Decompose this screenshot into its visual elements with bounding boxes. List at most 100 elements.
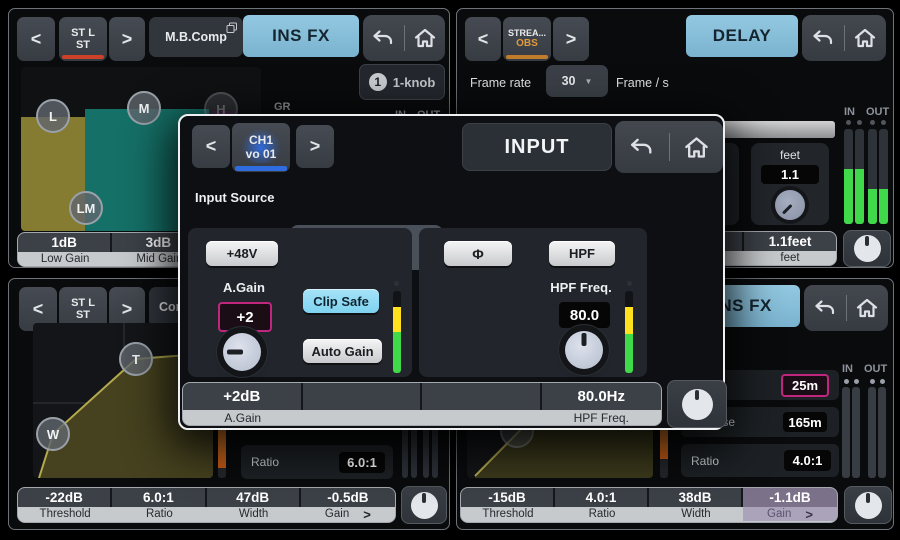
channel-tab-line1: ST L bbox=[71, 27, 95, 39]
one-knob-label: 1-knob bbox=[393, 75, 436, 90]
param-cell-threshold[interactable]: -15dBThreshold bbox=[461, 488, 555, 522]
param-cell-row: -15dBThreshold 4.0:1Ratio 38dBWidth -1.1… bbox=[460, 487, 838, 523]
tab-color-bar bbox=[506, 55, 548, 59]
knob-mode-button[interactable] bbox=[401, 486, 447, 524]
hpf-freq-value[interactable]: 80.0 bbox=[559, 302, 610, 328]
forward-arrow-icon: > bbox=[122, 29, 133, 50]
page-title-delay: DELAY bbox=[686, 15, 798, 57]
hpf-freq-label: HPF Freq. bbox=[541, 280, 621, 295]
next-channel-button[interactable]: > bbox=[296, 125, 334, 168]
dialog-title: INPUT bbox=[462, 123, 612, 171]
undo-home-group bbox=[804, 285, 888, 331]
hpf-freq-knob[interactable] bbox=[565, 331, 603, 369]
band-point-lowmid[interactable]: LM bbox=[69, 191, 103, 225]
param-cell[interactable] bbox=[422, 383, 542, 425]
hpf-section: Φ HPF HPF Freq. 80.0 bbox=[419, 228, 647, 377]
param-cell-width[interactable]: 38dBWidth bbox=[649, 488, 743, 522]
ratio-label: Ratio bbox=[251, 455, 279, 469]
peak-dot bbox=[880, 379, 885, 384]
peak-dot bbox=[870, 379, 875, 384]
input-dialog: < CH1 vo 01 > INPUT Input Source MIC/LIN… bbox=[178, 114, 725, 430]
frame-rate-unit: Frame / s bbox=[616, 76, 669, 90]
knob-icon bbox=[411, 492, 438, 519]
auto-gain-button[interactable]: Auto Gain bbox=[303, 339, 382, 363]
forward-arrow-icon: > bbox=[566, 29, 577, 50]
prev-channel-button[interactable]: < bbox=[192, 125, 230, 168]
attack-value: 25m bbox=[781, 374, 829, 397]
width-point[interactable]: W bbox=[36, 417, 70, 451]
param-cell-gain-selected[interactable]: -1.1dBGain> bbox=[743, 488, 837, 522]
channel-number: CH1 bbox=[249, 134, 273, 147]
channel-tab-stl[interactable]: ST L ST bbox=[59, 17, 107, 61]
knob-mode-button[interactable] bbox=[844, 486, 892, 524]
knob-mode-button[interactable] bbox=[667, 380, 727, 428]
home-icon[interactable] bbox=[683, 135, 710, 160]
param-cell-threshold[interactable]: -22dBThreshold bbox=[18, 488, 112, 522]
ratio-label: Ratio bbox=[691, 454, 719, 468]
frame-rate-value: 30 bbox=[562, 74, 576, 88]
out-meter-l bbox=[868, 387, 876, 478]
undo-icon[interactable] bbox=[811, 28, 835, 48]
param-cell-ratio[interactable]: 4.0:1Ratio bbox=[555, 488, 649, 522]
frame-rate-dropdown[interactable]: 30 ▼ bbox=[546, 65, 608, 97]
knob-mode-button[interactable] bbox=[843, 230, 891, 267]
ratio-row[interactable]: Ratio 4.0:1 bbox=[681, 444, 839, 477]
param-cell-hpffreq[interactable]: 80.0HzHPF Freq. bbox=[542, 383, 662, 425]
band-point-mid[interactable]: M bbox=[127, 91, 161, 125]
again-value[interactable]: +2 bbox=[218, 302, 272, 332]
param-cell-feet[interactable]: 1.1feetfeet bbox=[744, 232, 836, 265]
band-point-low[interactable]: L bbox=[36, 99, 70, 133]
channel-tab-stream[interactable]: STREA... OBS bbox=[503, 17, 551, 61]
home-icon[interactable] bbox=[853, 27, 877, 49]
param-cell-ratio[interactable]: 6.0:1Ratio bbox=[112, 488, 206, 522]
out-meter-l bbox=[868, 129, 877, 224]
threshold-point[interactable]: T bbox=[119, 342, 153, 376]
ratio-row[interactable]: Ratio 6.0:1 bbox=[241, 445, 393, 479]
param-cell[interactable] bbox=[303, 383, 423, 425]
next-channel-button[interactable]: > bbox=[109, 17, 145, 61]
channel-tab-line1: STREA... bbox=[508, 29, 546, 39]
one-knob-badge-icon: 1 bbox=[369, 73, 387, 91]
undo-icon[interactable] bbox=[813, 298, 837, 318]
again-knob[interactable] bbox=[223, 333, 261, 371]
phantom-48v-button[interactable]: +48V bbox=[206, 241, 278, 266]
undo-icon[interactable] bbox=[628, 136, 655, 158]
home-icon[interactable] bbox=[855, 297, 879, 319]
feet-knob[interactable] bbox=[775, 190, 805, 220]
channel-select-button[interactable]: CH1 vo 01 bbox=[232, 123, 290, 172]
home-icon[interactable] bbox=[413, 27, 437, 49]
hpf-button[interactable]: HPF bbox=[549, 241, 615, 266]
copy-icon bbox=[226, 22, 238, 34]
param-cell-row: -22dBThreshold 6.0:1Ratio 47dBWidth -0.5… bbox=[17, 487, 396, 523]
prev-channel-button[interactable]: < bbox=[465, 17, 501, 61]
undo-icon[interactable] bbox=[371, 28, 395, 48]
param-cell-again[interactable]: +2dBA.Gain bbox=[183, 383, 303, 425]
next-channel-button[interactable]: > bbox=[553, 17, 589, 61]
clip-safe-button[interactable]: Clip Safe bbox=[303, 289, 379, 313]
in-meter-r bbox=[852, 387, 860, 478]
chevron-down-icon: ▼ bbox=[584, 77, 592, 86]
in-meter-l bbox=[844, 129, 853, 224]
divider bbox=[844, 25, 845, 50]
peak-dot bbox=[844, 379, 849, 384]
feet-label: feet bbox=[751, 148, 829, 162]
peak-dot bbox=[854, 379, 859, 384]
out-meter-label: OUT bbox=[866, 106, 889, 118]
knob-icon bbox=[854, 235, 881, 262]
one-knob-button[interactable]: 1 1-knob bbox=[359, 64, 445, 100]
undo-home-group bbox=[615, 121, 723, 173]
back-arrow-icon: < bbox=[33, 299, 44, 320]
param-cell-gain[interactable]: -0.5dBGain> bbox=[301, 488, 395, 522]
peak-dot bbox=[394, 281, 399, 286]
phase-button[interactable]: Φ bbox=[444, 241, 512, 266]
in-meter-label: IN bbox=[844, 106, 855, 118]
input-level-meter bbox=[393, 291, 401, 373]
feet-value[interactable]: 1.1 bbox=[761, 165, 819, 184]
param-cell-width[interactable]: 47dBWidth bbox=[207, 488, 301, 522]
chevron-right-icon: > bbox=[363, 507, 371, 522]
prev-channel-button[interactable]: < bbox=[17, 17, 55, 61]
preset-button-mbcomp[interactable]: M.B.Comp bbox=[149, 17, 243, 57]
forward-arrow-icon: > bbox=[122, 299, 133, 320]
in-meter-r bbox=[855, 129, 864, 224]
param-cell-lowgain[interactable]: 1dBLow Gain bbox=[18, 233, 112, 266]
